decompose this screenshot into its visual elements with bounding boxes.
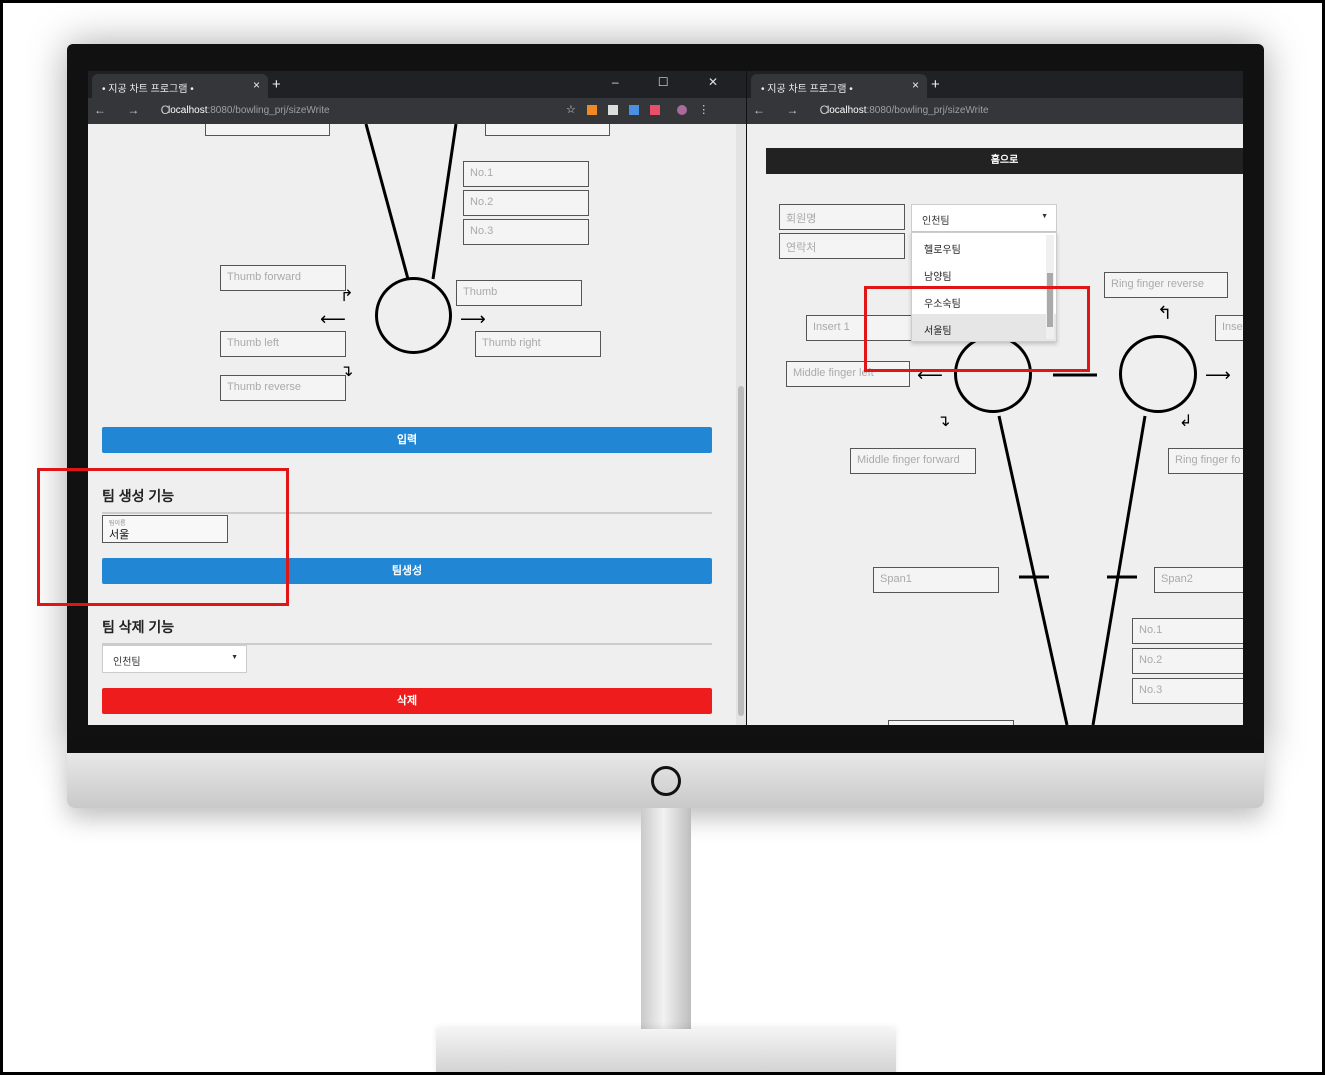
diagram-line	[364, 124, 410, 280]
no1-field[interactable]: No.1	[463, 161, 589, 187]
team-delete-select[interactable]: 인천팀 ▼	[102, 645, 247, 673]
scrollbar[interactable]	[736, 124, 746, 725]
right-arrow-icon: ⟶	[1205, 365, 1231, 385]
screenshot-frame: • 지공 차트 프로그램 • × + – ☐ ✕ ← → C localhost…	[0, 0, 1325, 1075]
extension-icon[interactable]	[629, 105, 640, 116]
submit-button[interactable]: 입력	[102, 427, 712, 453]
caret-down-icon: ▼	[1041, 213, 1048, 220]
no1-field[interactable]: No.1	[1132, 618, 1243, 644]
highlight-box-team-dropdown	[864, 286, 1090, 372]
team-select[interactable]: 인천팀 ▼	[911, 204, 1057, 232]
middle-finger-forward-field[interactable]: Middle finger forward	[850, 448, 976, 474]
diagram-line	[997, 415, 1069, 725]
monitor-stand-base	[436, 1029, 896, 1072]
thumb-right-field[interactable]: Thumb right	[475, 331, 601, 357]
left-browser-window: • 지공 차트 프로그램 • × + – ☐ ✕ ← → C localhost…	[88, 71, 746, 725]
url-path: :8080/bowling_prj/sizeWrite	[207, 105, 330, 116]
right-page: 홈으로 회원명 연락처 Ring finger reverse ↰ Insert…	[747, 124, 1243, 725]
thumb-hole-circle	[375, 277, 452, 354]
dropdown-option[interactable]: 헬로우팀	[912, 233, 1056, 260]
browser-tab[interactable]: • 지공 차트 프로그램 • ×	[92, 74, 268, 98]
tab-bar: • 지공 차트 프로그램 • × +	[747, 71, 1243, 98]
power-button-icon	[651, 766, 681, 796]
no3-field[interactable]: No.3	[1132, 678, 1243, 704]
cut-off-field[interactable]	[888, 720, 1014, 725]
scrollbar-thumb[interactable]	[738, 386, 744, 716]
profile-avatar[interactable]	[677, 105, 688, 116]
url-field[interactable]: localhost:8080/bowling_prj/sizeWrite	[168, 105, 330, 116]
new-tab-icon[interactable]: +	[931, 76, 940, 93]
url-path: :8080/bowling_prj/sizeWrite	[866, 105, 989, 116]
window-controls[interactable]: – ☐ ✕	[612, 75, 736, 89]
hand-diagram	[364, 124, 458, 280]
monitor-stand-neck	[641, 808, 691, 1030]
turn-down-arrow-icon: ↲	[1179, 413, 1193, 430]
left-page: No.1 No.2 No.3 Thumb forward Thumb ↱ ⟵ ⟶…	[88, 124, 746, 725]
thumb-forward-field[interactable]: Thumb forward	[220, 265, 346, 291]
address-bar: ← → C localhost:8080/bowling_prj/sizeWri…	[88, 98, 746, 124]
right-arrow-icon: ⟶	[460, 309, 486, 329]
tab-close-icon[interactable]: ×	[253, 78, 260, 92]
caret-down-icon: ▼	[231, 654, 238, 661]
nav-buttons[interactable]: ← → C	[94, 103, 178, 117]
tab-close-icon[interactable]: ×	[912, 78, 919, 92]
extension-icon[interactable]	[586, 105, 597, 116]
nav-buttons[interactable]: ← → C	[753, 103, 837, 117]
turn-down-arrow-icon: ↴	[937, 413, 951, 430]
extension-icons: ☆ ⋮	[566, 103, 709, 116]
right-browser-window: • 지공 차트 프로그램 • × + ← → C localhost:8080/…	[747, 71, 1243, 725]
ring-finger-circle	[1119, 335, 1197, 413]
no2-field[interactable]: No.2	[463, 190, 589, 216]
highlight-box-team-create	[37, 468, 289, 606]
extension-icon[interactable]	[608, 105, 618, 116]
delete-button[interactable]: 삭제	[102, 688, 712, 714]
url-host: localhost	[827, 105, 867, 116]
menu-icon[interactable]: ⋮	[698, 104, 709, 116]
tab-title: • 지공 차트 프로그램 •	[102, 84, 194, 95]
dropdown-option[interactable]: 남양팀	[912, 260, 1056, 287]
diagram-line	[431, 124, 458, 280]
tab-bar: • 지공 차트 프로그램 • × + – ☐ ✕	[88, 71, 746, 98]
left-arrow-icon: ⟵	[320, 309, 346, 329]
team-delete-title: 팀 삭제 기능	[102, 619, 175, 635]
team-delete-selected: 인천팀	[113, 657, 141, 668]
extension-icon[interactable]	[650, 105, 661, 116]
team-select-selected: 인천팀	[922, 216, 950, 227]
thumb-reverse-field[interactable]: Thumb reverse	[220, 375, 346, 401]
span1-field[interactable]: Span1	[873, 567, 999, 593]
url-field[interactable]: localhost:8080/bowling_prj/sizeWrite	[827, 105, 989, 116]
no2-field[interactable]: No.2	[1132, 648, 1243, 674]
star-icon[interactable]: ☆	[566, 104, 576, 116]
no3-field[interactable]: No.3	[463, 219, 589, 245]
new-tab-icon[interactable]: +	[272, 76, 281, 93]
address-bar: ← → C localhost:8080/bowling_prj/sizeWri…	[747, 98, 1243, 124]
tab-title: • 지공 차트 프로그램 •	[761, 84, 853, 95]
ring-finger-forward-field[interactable]: Ring finger fo	[1168, 448, 1243, 474]
browser-tab[interactable]: • 지공 차트 프로그램 • ×	[751, 74, 927, 98]
turn-up-arrow-icon: ↱	[340, 288, 354, 305]
thumb-field[interactable]: Thumb	[456, 280, 582, 306]
url-host: localhost	[168, 105, 208, 116]
span2-field[interactable]: Span2	[1154, 567, 1243, 593]
thumb-left-field[interactable]: Thumb left	[220, 331, 346, 357]
